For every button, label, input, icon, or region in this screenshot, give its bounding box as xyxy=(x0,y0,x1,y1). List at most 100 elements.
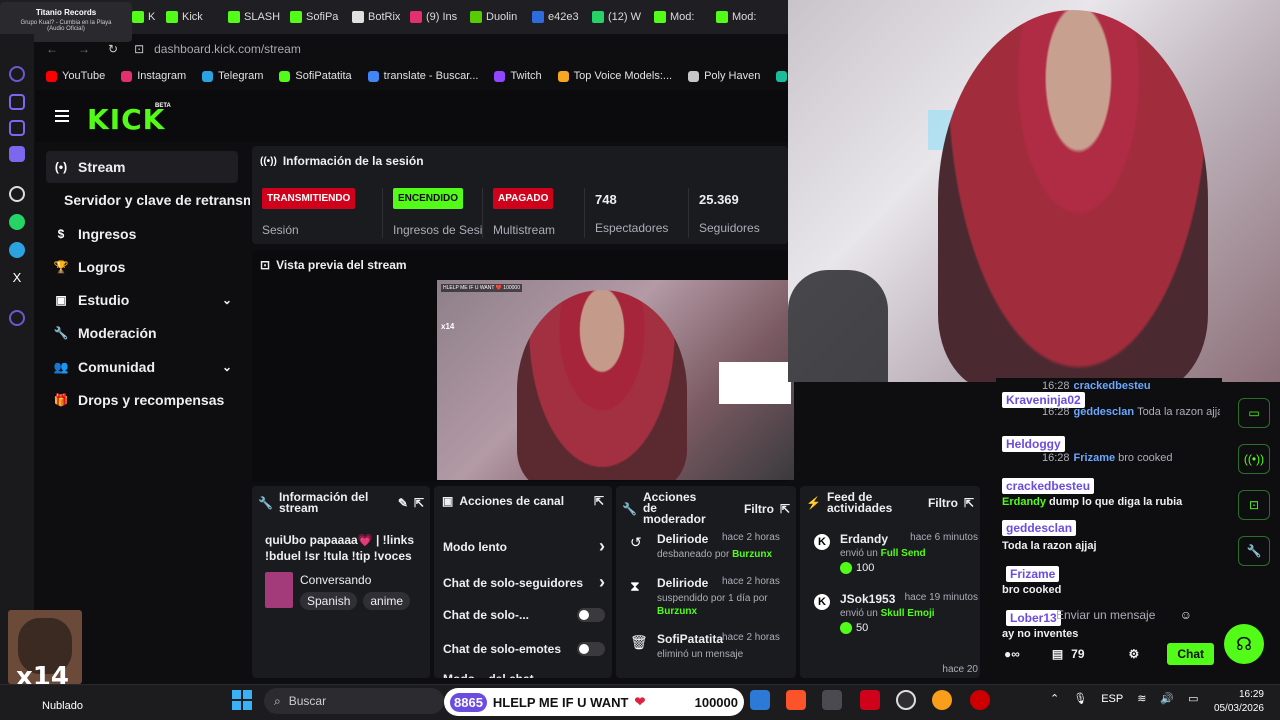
bookmark[interactable]: translate - Buscar... xyxy=(367,70,478,82)
mod-action-user[interactable]: SofiPatatita xyxy=(657,632,723,646)
sidebar-item[interactable]: $ Ingresos xyxy=(46,218,238,250)
browser-tab[interactable]: Mod: xyxy=(654,4,706,30)
mod-action-by[interactable]: Burzunx xyxy=(732,549,772,560)
browser-tab[interactable]: Kic xyxy=(132,4,156,30)
chat-username-badge[interactable]: Heldoggy xyxy=(1002,436,1065,452)
popout-icon[interactable]: ⇱ xyxy=(780,502,790,516)
channel-action-row[interactable]: Chat de solo-emotes xyxy=(443,642,605,656)
sidebar-item[interactable]: 👥 Comunidad ⌄ xyxy=(46,351,238,383)
browser-tab[interactable]: (9) Ins xyxy=(410,4,460,30)
app-icon[interactable] xyxy=(9,94,25,110)
windows-start-icon[interactable] xyxy=(232,690,252,710)
chat-user[interactable]: Erdandy xyxy=(1002,496,1046,508)
stream-preview-video[interactable]: HLELP ME IF U WANT ❤️ 100000 x14 xyxy=(437,280,794,480)
chat-username-badge[interactable]: crackedbesteu xyxy=(1002,478,1095,494)
whatsapp-icon[interactable] xyxy=(9,214,25,230)
brave-icon[interactable] xyxy=(786,690,806,710)
popout-icon[interactable]: ⇱ xyxy=(414,496,424,510)
browser-tab[interactable]: SLASH xyxy=(228,4,280,30)
battery-icon[interactable]: ▭ xyxy=(1188,692,1198,705)
sidebar-item[interactable]: 🏆 Logros xyxy=(46,251,238,283)
tray-chevron-icon[interactable]: ⌃ xyxy=(1050,692,1059,705)
chat-input-placeholder[interactable]: Enviar un mensaje xyxy=(1056,608,1155,622)
url-text[interactable]: dashboard.kick.com/stream xyxy=(154,42,301,56)
emoji-icon[interactable]: ☺ xyxy=(1180,608,1192,622)
channel-action-row[interactable]: Modo lento › xyxy=(443,536,605,557)
popout-icon[interactable]: ⇱ xyxy=(964,496,974,510)
forward-icon[interactable]: → xyxy=(78,42,90,56)
x-icon[interactable]: X xyxy=(9,270,25,286)
site-info-icon[interactable]: ⊡ xyxy=(134,42,144,56)
clock-icon[interactable] xyxy=(9,310,25,326)
wifi-icon[interactable]: ≋ xyxy=(1137,692,1146,705)
kick-logo[interactable]: KICK xyxy=(87,103,165,136)
chevron-right-icon[interactable]: › xyxy=(599,572,605,593)
reload-icon[interactable]: ↻ xyxy=(108,42,118,56)
tag[interactable]: anime xyxy=(363,592,411,610)
layout-tool-button[interactable]: ⊡ xyxy=(1238,490,1270,520)
mod-action-by[interactable]: Burzunx xyxy=(657,606,697,617)
clock[interactable]: 16:29 05/03/2026 xyxy=(1208,688,1264,716)
language-indicator[interactable]: ESP xyxy=(1101,693,1123,705)
chat-user[interactable]: geddesclan xyxy=(1074,406,1135,418)
mod-tool-button[interactable]: 🔧 xyxy=(1238,536,1270,566)
back-icon[interactable]: ← xyxy=(46,42,58,56)
chat-send-button[interactable]: Chat xyxy=(1167,643,1214,665)
headset-button[interactable]: ☊ xyxy=(1224,624,1264,664)
channel-action-row[interactable]: Chat de solo-... xyxy=(443,608,605,622)
record-icon[interactable] xyxy=(970,690,990,710)
chat-input[interactable]: Enviar un mensaje ☺ xyxy=(1000,602,1198,628)
edit-icon[interactable]: ✎ xyxy=(398,496,408,510)
sidebar-item[interactable]: (•) Stream xyxy=(46,151,238,183)
mod-action-user[interactable]: Deliriode xyxy=(657,576,708,590)
mod-filter[interactable]: Filtro xyxy=(744,502,774,516)
sidebar-item[interactable]: ▣ Estudio ⌄ xyxy=(46,284,238,316)
bookmark[interactable]: Telegram xyxy=(202,70,263,82)
bookmark[interactable]: SofiPatatita xyxy=(279,70,352,82)
sidebar-item[interactable]: 🎁 Drops y recompensas xyxy=(46,384,238,416)
tag[interactable]: Spanish xyxy=(300,592,358,610)
browser-tab[interactable]: Kick xyxy=(166,4,220,30)
obs-icon[interactable] xyxy=(896,690,916,710)
mic-icon[interactable]: 🎙 xyxy=(1073,692,1087,705)
browser-tab[interactable]: e42e3 xyxy=(532,4,582,30)
overwatch-icon[interactable] xyxy=(932,690,952,710)
sidebar-item[interactable]: Servidor y clave de retransmisión xyxy=(46,184,250,216)
app-icon[interactable] xyxy=(9,120,25,136)
browser-tab[interactable]: Duolin xyxy=(470,4,522,30)
browser-tab[interactable]: Mod: xyxy=(716,4,776,30)
app-icon[interactable] xyxy=(860,690,880,710)
address-bar[interactable]: ← → ↻ ⊡ dashboard.kick.com/stream xyxy=(36,36,790,62)
chat-username-badge[interactable]: geddesclan xyxy=(1002,520,1077,536)
menu-icon[interactable] xyxy=(55,110,69,122)
notepad-icon[interactable] xyxy=(750,690,770,710)
bookmark[interactable]: Poly Haven xyxy=(688,70,760,82)
toggle-switch[interactable] xyxy=(577,608,605,622)
activity-user[interactable]: JSok1953 xyxy=(840,592,895,606)
chevron-down-icon[interactable]: ⌄ xyxy=(222,293,232,307)
bookmark[interactable]: Twitch xyxy=(494,70,542,82)
openai-icon[interactable] xyxy=(9,186,25,202)
channel-action-row[interactable]: Chat de solo-seguidores › xyxy=(443,572,605,593)
activity-filter[interactable]: Filtro xyxy=(928,496,958,510)
chat-overlay-name[interactable]: Frizame xyxy=(1006,566,1060,582)
browser-tab[interactable]: SofiPa xyxy=(290,4,342,30)
popout-icon[interactable]: ⇱ xyxy=(594,494,604,508)
weather-widget[interactable]: x14 xyxy=(8,610,82,684)
chat-tool-button[interactable]: ▭ xyxy=(1238,398,1270,428)
bookmark[interactable]: Top Voice Models:... xyxy=(557,70,672,82)
browser-tab[interactable]: BotRix xyxy=(352,4,400,30)
broadcast-tool-button[interactable]: ((•)) xyxy=(1238,444,1270,474)
chevron-down-icon[interactable]: ⌄ xyxy=(222,360,232,374)
telegram-icon[interactable] xyxy=(9,242,25,258)
points-icon[interactable]: ●∞ xyxy=(1004,647,1020,661)
chevron-right-icon[interactable]: › xyxy=(599,536,605,557)
activity-user[interactable]: Erdandy xyxy=(840,532,888,546)
chat-user[interactable]: Frizame xyxy=(1074,452,1116,464)
channel-action-row[interactable]: Modo... del chat xyxy=(443,672,605,678)
app-icon[interactable] xyxy=(9,146,25,162)
taskbar-search[interactable]: ⌕ Buscar xyxy=(264,688,444,714)
bookmark[interactable]: YouTube xyxy=(46,70,105,82)
toggle-switch[interactable] xyxy=(577,642,605,656)
browser-tab[interactable]: (12) W xyxy=(592,4,644,30)
